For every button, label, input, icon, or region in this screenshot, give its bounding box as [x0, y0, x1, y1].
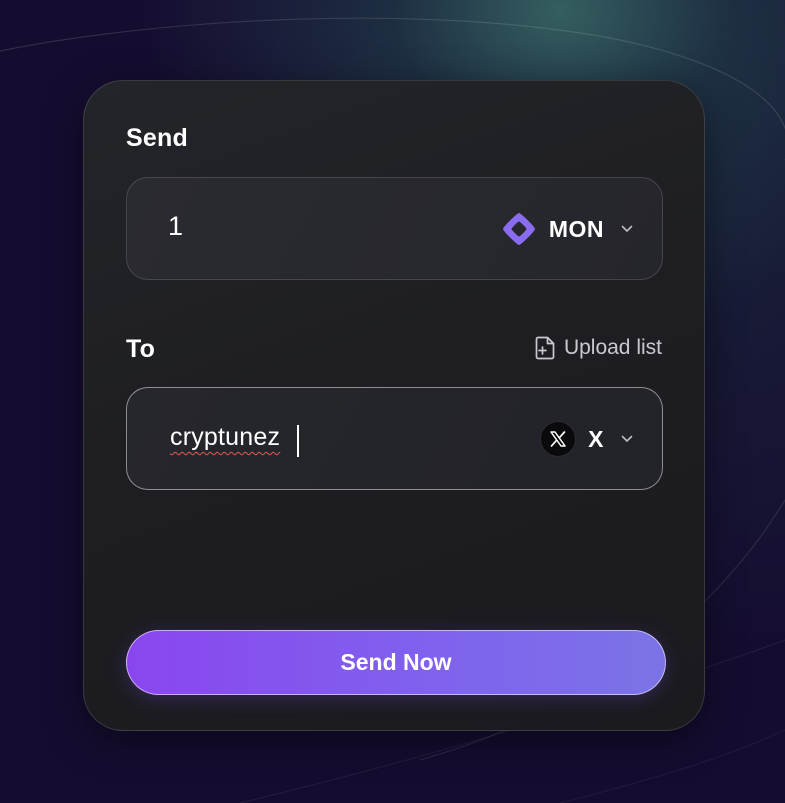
recipient-input[interactable]: cryptunez X — [126, 387, 663, 490]
amount-input[interactable]: 1 MON — [126, 177, 663, 280]
chevron-down-icon — [620, 222, 634, 236]
platform-selector[interactable]: X — [540, 419, 634, 459]
to-heading: To — [126, 335, 156, 363]
platform-label: X — [588, 425, 604, 452]
file-plus-icon — [535, 336, 555, 360]
upload-list-label: Upload list — [563, 336, 662, 359]
send-now-button[interactable]: Send Now — [126, 630, 666, 695]
text-cursor — [297, 425, 299, 457]
monad-diamond-icon — [501, 211, 537, 247]
chevron-down-icon — [620, 432, 634, 446]
upload-list-button[interactable]: Upload list — [535, 336, 662, 360]
token-symbol: MON — [548, 215, 604, 242]
token-selector[interactable]: MON — [501, 209, 634, 249]
send-card: Send 1 MON To Upload list cryptunez X Se… — [83, 80, 705, 731]
x-logo-icon — [540, 421, 577, 457]
send-heading: Send — [126, 124, 188, 152]
amount-value[interactable]: 1 — [168, 211, 183, 242]
recipient-value[interactable]: cryptunez — [170, 423, 280, 452]
